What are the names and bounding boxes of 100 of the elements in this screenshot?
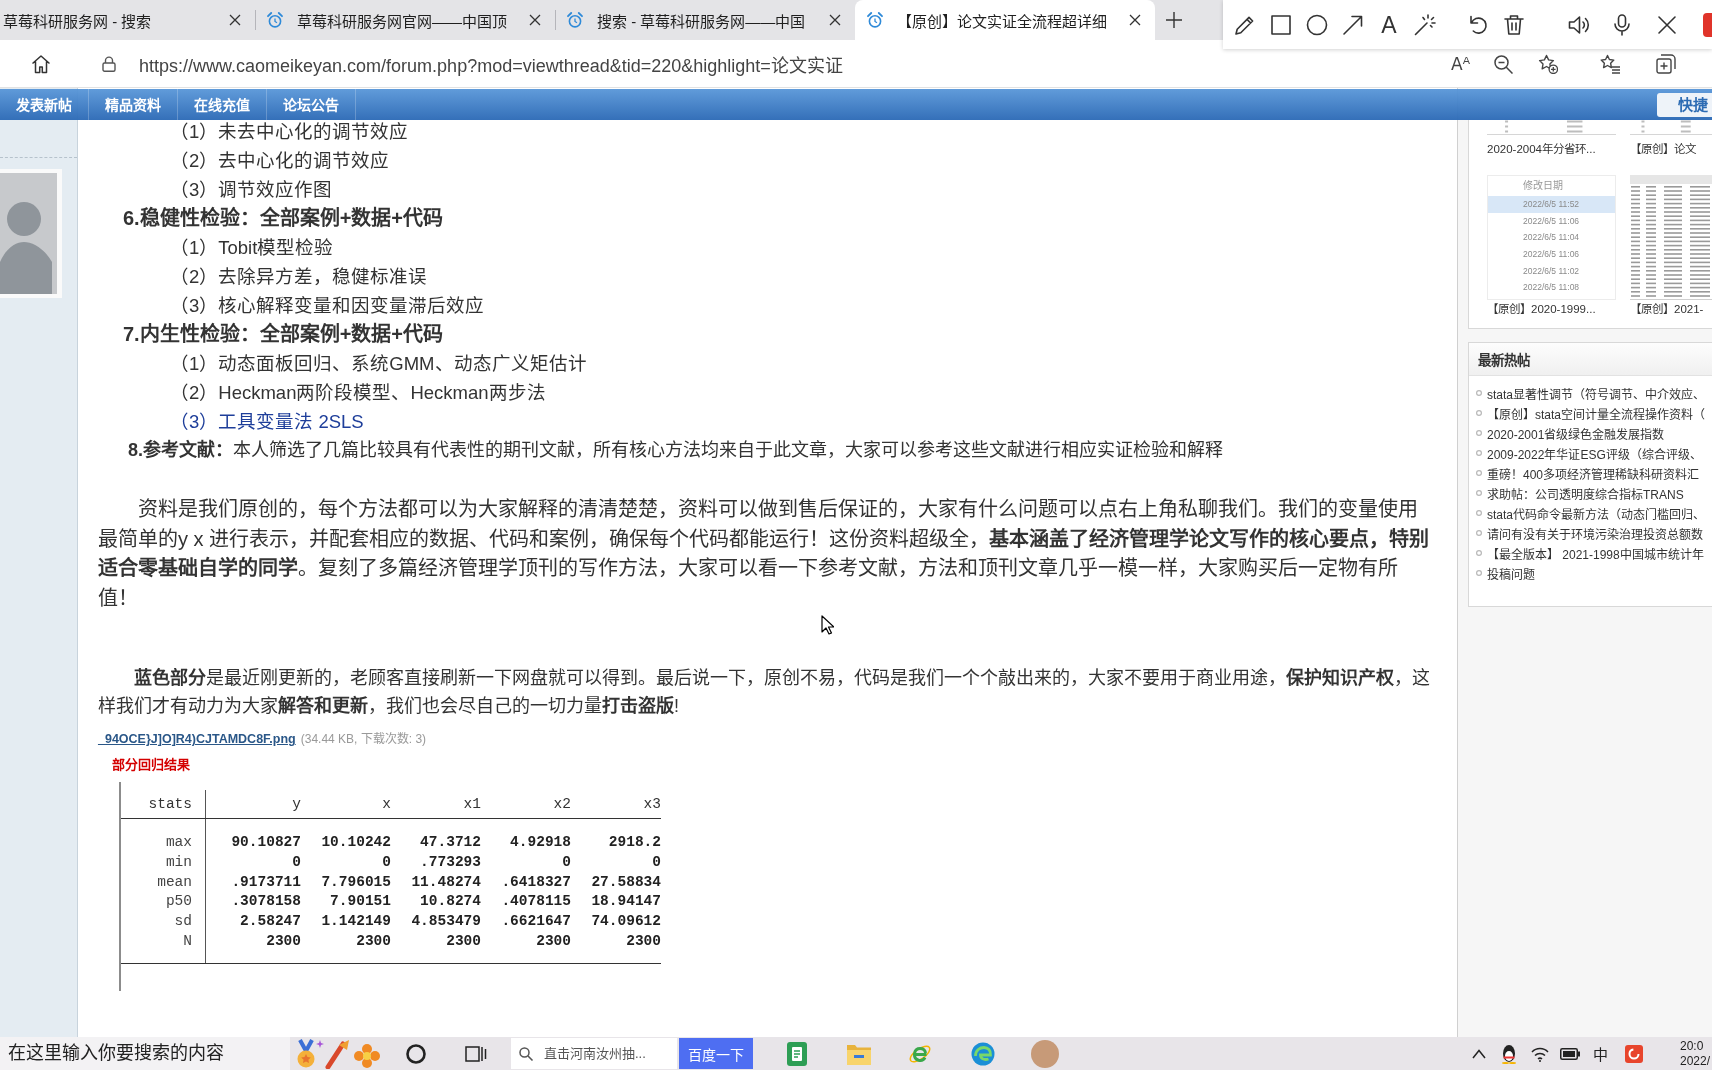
news-search-field[interactable]: 直击河南汝州抽... <box>538 1038 677 1069</box>
nav-link[interactable]: 论坛公告 <box>283 94 339 115</box>
post-paragraph: 资料是我们原创的，每个方法都可以为大家解释的清清楚楚，资料可以做到售后保证的，大家有什么问题可以点右上角私聊我们。我们的变量使用最简单的y x 进行表示，并配套相应的数据、代码和案例，确保每个代码都能运行！这份资料超级全，基本涵盖了经济管理学论文写作的核心要点，特别适合零基础自学的同学。复刻了多篇经济管理学顶刊的写作方法，大家可以看一下参考文献，方法和顶刊文章几乎一模一样，大家购买后一定物有所值！ <box>98 497 1431 611</box>
table-cell: 47.3712 <box>420 834 481 851</box>
hot-post-link[interactable]: stata代码命令最新方法（动态门槛回归、 <box>1487 504 1705 522</box>
browser-tab[interactable]: 草莓科研服务网 - 搜索 <box>0 0 255 40</box>
collections-icon[interactable] <box>1656 53 1676 74</box>
mouse-pointer-icon <box>821 615 834 635</box>
document-app-icon[interactable] <box>785 1041 809 1066</box>
hot-post-link[interactable]: 求助帖：公司透明度综合指标TRANS <box>1487 484 1684 502</box>
table-cell: .3078158 <box>231 893 301 910</box>
app-badge-icon[interactable] <box>1703 12 1712 37</box>
search-button[interactable]: 百度一下 <box>679 1038 753 1069</box>
hot-post-link[interactable]: 【最全版本】 2021-1998中国城市统计年 <box>1487 544 1704 562</box>
spreadsheet-thumbnail-drawing[interactable] <box>1630 175 1712 300</box>
plus-icon[interactable] <box>1166 12 1182 28</box>
ime-mode-indicator[interactable]: 中 <box>1592 1043 1608 1064</box>
table-cell: 2300 <box>266 932 301 949</box>
thumbnail-caption[interactable]: 2020-2004年分省环... <box>1487 140 1596 158</box>
outline-item: （3）工具变量法 2SLS <box>170 410 364 434</box>
nav-link[interactable]: 在线充值 <box>194 94 250 115</box>
hot-post-link[interactable]: 请问有没有关于环境污染治理投资总额数 <box>1487 524 1703 542</box>
clock-time[interactable]: 20:0 <box>1680 1039 1704 1054</box>
hot-post-link[interactable]: 重磅！400多项经济管理稀缺科研资料汇 <box>1487 464 1700 482</box>
chevron-up-icon[interactable] <box>1472 1048 1486 1059</box>
home-icon[interactable] <box>31 53 51 74</box>
table-thumbnail-drawing[interactable] <box>1487 120 1616 135</box>
table-cell: 2300 <box>446 932 481 949</box>
bullet-ring-icon <box>1476 450 1482 456</box>
attachment-link[interactable]: _94OCE}J]O]R4)CJTAMDC8F.png <box>98 730 296 749</box>
bullet-ring-icon <box>1476 570 1482 576</box>
row-label: mean <box>157 873 192 890</box>
close-icon[interactable] <box>529 14 541 26</box>
read-aloud-button[interactable]: Aᴬ <box>1451 53 1470 74</box>
file-date-row-text: 2022/6/5 11:08 <box>1522 281 1581 295</box>
table-cell: .4078115 <box>501 893 571 910</box>
table-cell: 0 <box>652 854 661 871</box>
hot-post-link[interactable]: 投稿问题 <box>1487 564 1535 582</box>
table-cell: 2918.2 <box>608 834 661 851</box>
hot-posts-title: 最新热帖 <box>1478 351 1530 369</box>
text-tool-button[interactable]: A <box>1377 12 1401 37</box>
row-label: sd <box>174 913 192 930</box>
attachment-info: (34.44 KB, 下载次数: 3) <box>300 731 427 749</box>
star-plus-icon[interactable] <box>1538 53 1558 74</box>
nav-link[interactable]: 发表新帖 <box>16 94 72 115</box>
close-icon[interactable] <box>1129 14 1141 26</box>
penguin-icon[interactable] <box>1501 1043 1517 1064</box>
browser-tab[interactable]: 【原创】论文实证全流程超详细 <box>855 0 1155 40</box>
circle-icon[interactable] <box>1305 12 1329 37</box>
bullet-ring-icon <box>1476 530 1482 536</box>
bullet-ring-icon <box>1476 430 1482 436</box>
hot-post-link[interactable]: stata显著性调节（符号调节、中介效应、 <box>1487 384 1705 402</box>
file-list-thumbnail[interactable]: 修改日期 2022/6/5 11:52 2022/6/5 11:06 2022/6/5 11:04 2022/6/5 11:06 2022/6/5 11:02 2022/6/5 11:08 <box>1487 175 1616 300</box>
bullet-ring-icon <box>1476 470 1482 476</box>
file-date-row-text: 2022/6/5 11:06 <box>1522 214 1581 228</box>
hot-post-link[interactable]: 2020-2001省级绿色金融发展指数 <box>1487 424 1665 442</box>
task-view-icon[interactable] <box>465 1043 487 1064</box>
bullet-ring-icon <box>1476 490 1482 496</box>
row-label: max <box>165 834 192 851</box>
table-cell: 2300 <box>626 932 661 949</box>
table-cell: 7.90151 <box>330 893 391 910</box>
table-cell: 11.48274 <box>411 873 481 890</box>
table-thumbnail-drawing[interactable] <box>1630 120 1712 135</box>
outline-item: （2）去中心化的调节效应 <box>170 149 390 173</box>
taskbar-search-field[interactable]: 在这里输入你要搜索的内容 <box>0 1037 290 1070</box>
clock-date[interactable]: 2022/ <box>1680 1054 1711 1069</box>
references-note: 8.参考文献：本人筛选了几篇比较具有代表性的期刊文献，所有核心方法均来自于此文章，大家可以参考这些文献进行相应实证检验和解释 <box>128 438 1223 462</box>
search-icon[interactable] <box>511 1038 538 1069</box>
thumbnail-caption[interactable]: 【原创】2021- <box>1630 300 1704 318</box>
table-cell: .6418327 <box>501 873 571 890</box>
quick-nav-button[interactable]: 快捷 <box>1657 92 1712 117</box>
outline-item: （1）动态面板回归、系统GMM、动态广义矩估计 <box>170 352 587 376</box>
trash-icon[interactable] <box>1502 12 1526 37</box>
folder-icon[interactable] <box>847 1042 871 1065</box>
zoom-out-icon[interactable] <box>1493 53 1513 74</box>
column-header: x <box>382 796 391 813</box>
square-icon[interactable] <box>1269 12 1293 37</box>
doodle-icon[interactable] <box>295 1038 382 1069</box>
hot-post-link[interactable]: 2009-2022年华证ESG评级（综合评级、 <box>1487 444 1702 462</box>
outline-item: （2）Heckman两阶段模型、Heckman两步法 <box>170 381 546 405</box>
magic-wand-icon[interactable] <box>1413 12 1437 37</box>
wifi-icon[interactable] <box>1531 1045 1549 1062</box>
close-icon[interactable] <box>229 14 241 26</box>
input-method-icon[interactable] <box>1625 1044 1643 1063</box>
file-date-row-text: 2022/6/5 11:02 <box>1522 264 1581 278</box>
close-icon[interactable] <box>829 14 841 26</box>
thumbnail-caption[interactable]: 【原创】论文 <box>1630 140 1696 158</box>
outline-item: （3）核心解释变量和因变量滞后效应 <box>170 294 485 318</box>
battery-icon[interactable] <box>1560 1047 1580 1060</box>
nav-link[interactable]: 精品资料 <box>105 94 161 115</box>
outline-item: （3）调节效应作图 <box>170 178 333 202</box>
hot-post-link[interactable]: 【原创】stata空间计量全流程操作资料（ <box>1487 404 1705 422</box>
table-cell: 0 <box>292 854 301 871</box>
thumbnail-caption[interactable]: 【原创】2020-1999... <box>1487 300 1596 318</box>
table-cell: 7.796015 <box>321 873 391 890</box>
section-heading: 6.稳健性检验：全部案例+数据+代码 <box>123 206 444 231</box>
ring-icon[interactable] <box>405 1042 427 1065</box>
bullet-ring-icon <box>1476 410 1482 416</box>
browser-swirl-icon[interactable] <box>971 1041 995 1066</box>
star-list-icon[interactable] <box>1600 53 1620 74</box>
